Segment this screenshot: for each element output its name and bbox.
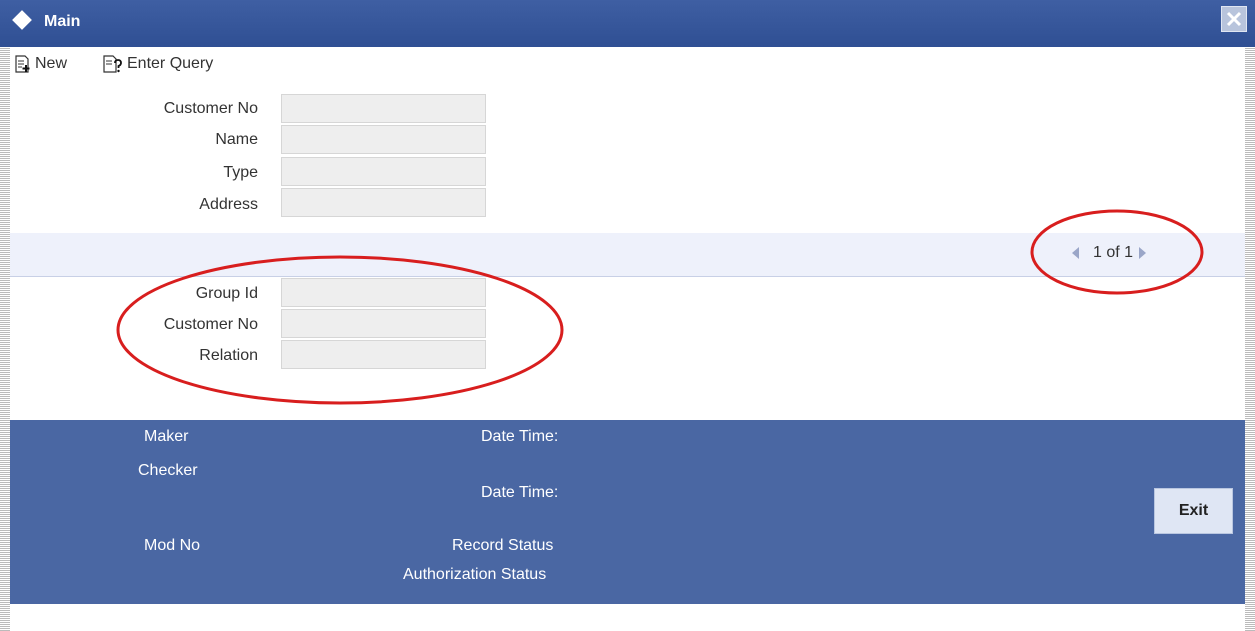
name-field[interactable] bbox=[281, 125, 486, 154]
next-record-icon[interactable] bbox=[1139, 247, 1147, 259]
address-label: Address bbox=[199, 196, 258, 213]
enter-query-button[interactable]: Enter Query bbox=[102, 55, 213, 73]
checker-date-time-label: Date Time: bbox=[481, 484, 559, 501]
enter-query-label: Enter Query bbox=[127, 55, 214, 72]
record-pager: 1 of 1 bbox=[1072, 244, 1147, 262]
type-field[interactable] bbox=[281, 157, 486, 186]
authorization-status-label: Authorization Status bbox=[403, 566, 547, 583]
type-label: Type bbox=[223, 164, 258, 181]
group-id-field[interactable] bbox=[281, 278, 486, 307]
window-right-border bbox=[1245, 47, 1255, 631]
window-title: Main bbox=[44, 13, 81, 30]
audit-footer bbox=[10, 420, 1245, 604]
record-status-label: Record Status bbox=[452, 537, 554, 554]
close-button[interactable] bbox=[1221, 6, 1247, 32]
query-icon bbox=[103, 55, 122, 73]
new-document-icon bbox=[15, 55, 30, 73]
detail-customer-no-label: Customer No bbox=[163, 316, 258, 333]
maker-label: Maker bbox=[144, 428, 189, 445]
exit-button[interactable]: Exit bbox=[1154, 488, 1233, 534]
pager-text: 1 of 1 bbox=[1093, 244, 1134, 261]
checker-label: Checker bbox=[138, 462, 198, 479]
mod-no-label: Mod No bbox=[144, 537, 201, 554]
diamond-icon bbox=[12, 10, 32, 30]
new-label: New bbox=[35, 55, 68, 72]
window-left-border bbox=[0, 47, 10, 631]
window-titlebar: Main bbox=[0, 0, 1255, 47]
previous-record-icon[interactable] bbox=[1072, 247, 1079, 259]
name-label: Name bbox=[215, 131, 258, 148]
customer-no-label: Customer No bbox=[163, 100, 258, 117]
maker-date-time-label: Date Time: bbox=[481, 428, 559, 445]
customer-no-field[interactable] bbox=[281, 94, 486, 123]
multi-record-header bbox=[10, 233, 1245, 277]
detail-customer-no-field[interactable] bbox=[281, 309, 486, 338]
relation-label: Relation bbox=[199, 347, 258, 364]
new-button[interactable]: New bbox=[14, 55, 67, 73]
group-id-label: Group Id bbox=[195, 285, 258, 302]
address-field[interactable] bbox=[281, 188, 486, 217]
close-icon bbox=[1226, 11, 1242, 27]
relation-field[interactable] bbox=[281, 340, 486, 369]
